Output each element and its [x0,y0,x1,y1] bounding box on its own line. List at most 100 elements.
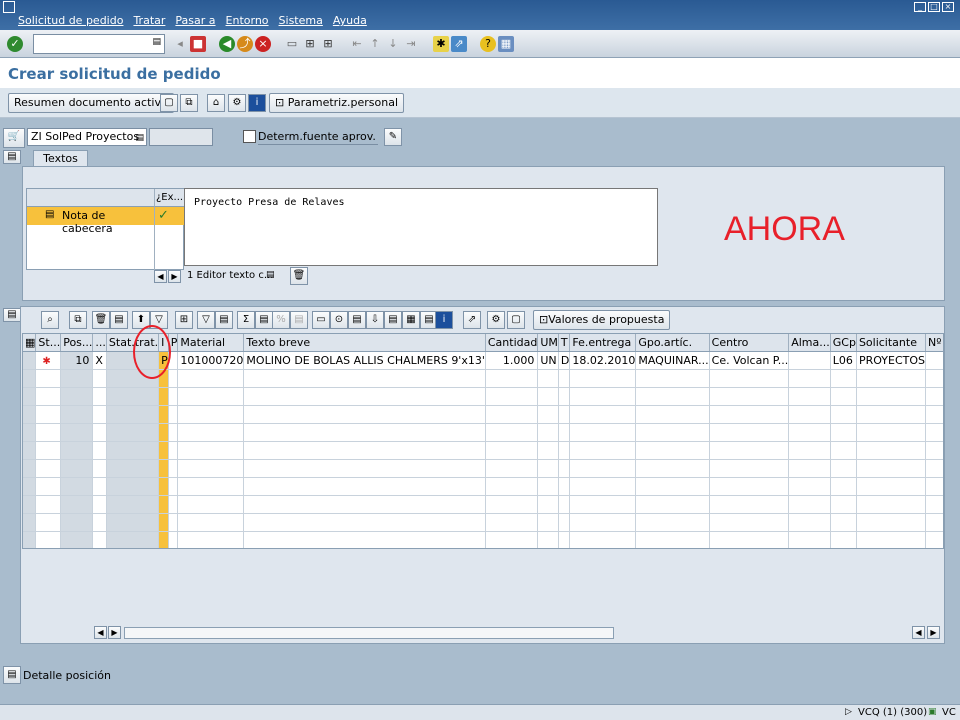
table-cell[interactable] [60,405,94,424]
table-cell[interactable] [830,423,857,442]
table-cell[interactable] [168,441,179,460]
table-cell[interactable] [485,369,539,388]
summary-button[interactable]: Resumen documento activo [8,93,174,113]
table-cell[interactable] [537,459,559,478]
table-cell[interactable] [709,387,790,406]
table-cell[interactable] [856,405,926,424]
personal-settings-button[interactable]: ⊡ Parametriz.personal [269,93,405,113]
table-cell[interactable] [925,387,943,406]
table-cell[interactable] [709,405,790,424]
table-cell[interactable] [830,495,857,514]
row-selector[interactable] [23,369,37,388]
table-cell[interactable] [168,495,179,514]
row-selector[interactable] [23,459,37,478]
table-cell[interactable] [788,513,831,532]
table-cell[interactable] [60,495,94,514]
table-cell[interactable] [106,477,160,496]
scroll-right-icon[interactable]: ▶ [927,626,940,639]
column-header[interactable]: Cantidad [485,334,539,352]
back-icon[interactable]: ◀ [219,36,235,52]
table-cell[interactable] [830,405,857,424]
table-cell[interactable] [537,513,559,532]
table-cell[interactable] [569,531,637,548]
table-cell[interactable] [177,423,245,442]
dropdown-icon[interactable]: ▤ [384,311,402,329]
table-cell[interactable] [92,495,107,514]
table-cell[interactable] [106,531,160,548]
table-cell[interactable] [635,405,710,424]
dropdown-icon[interactable]: ▤ [110,311,128,329]
table-cell[interactable]: L06 [830,351,857,370]
table-cell[interactable] [158,459,169,478]
row-selector[interactable] [23,531,37,548]
table-cell[interactable]: MOLINO DE BOLAS ALLIS CHALMERS 9'x13' [243,351,486,370]
other-document-icon[interactable]: ⧉ [180,94,198,112]
table-cell[interactable] [856,531,926,548]
menu-entorno[interactable]: Entorno [226,14,269,27]
layout-icon[interactable]: ▦ [402,311,420,329]
table-cell[interactable] [856,513,926,532]
table-cell[interactable] [485,477,539,496]
table-cell[interactable] [106,387,160,406]
table-cell[interactable] [92,369,107,388]
scroll-right-icon[interactable]: ▶ [168,270,181,283]
menu-pasar-a[interactable]: Pasar a [175,14,215,27]
table-cell[interactable] [635,477,710,496]
scroll-thumb[interactable] [124,627,614,639]
detail-item-icon[interactable]: ▤ [3,666,21,684]
column-header[interactable]: Texto breve [243,334,486,352]
table-cell[interactable]: MAQUINAR... [635,351,710,370]
column-header[interactable]: St... [35,334,62,352]
table-cell[interactable] [35,423,62,442]
table-cell[interactable] [106,495,160,514]
table-cell[interactable] [243,405,486,424]
edit-icon[interactable]: ✎ [384,128,402,146]
table-cell[interactable] [925,459,943,478]
table-cell[interactable] [177,369,245,388]
print-icon[interactable]: ▭ [312,311,330,329]
menu-ayuda[interactable]: Ayuda [333,14,367,27]
table-cell[interactable] [177,495,245,514]
table-cell[interactable] [177,531,245,548]
table-cell[interactable] [788,387,831,406]
table-cell[interactable] [635,423,710,442]
table-cell[interactable] [106,405,160,424]
table-cell[interactable]: PROYECTOS [856,351,926,370]
sum-icon[interactable]: Σ [237,311,255,329]
table-cell[interactable] [709,369,790,388]
table-cell[interactable] [569,495,637,514]
table-cell[interactable] [537,387,559,406]
last-page-icon[interactable]: ⇥ [403,36,419,52]
table-cell[interactable] [788,459,831,478]
table-cell[interactable]: ✱ [35,351,62,370]
table-cell[interactable] [558,477,571,496]
menu-solicitud[interactable]: Solicitud de pedido [18,14,123,27]
table-cell[interactable] [709,459,790,478]
next-page-icon[interactable]: ↓ [385,36,401,52]
table-row[interactable] [23,405,943,424]
table-row[interactable] [23,459,943,478]
table-cell[interactable] [537,369,559,388]
column-header[interactable]: Centro [709,334,790,352]
table-cell[interactable] [537,405,559,424]
table-cell[interactable] [537,441,559,460]
table-cell[interactable] [856,441,926,460]
table-cell[interactable] [243,369,486,388]
table-cell[interactable] [925,477,943,496]
table-cell[interactable] [60,459,94,478]
table-row[interactable] [23,477,943,496]
table-row[interactable] [23,495,943,514]
cart-icon[interactable]: 🛒 [3,128,25,148]
table-cell[interactable] [35,531,62,548]
table-cell[interactable] [35,513,62,532]
row-selector[interactable] [23,477,37,496]
cancel-icon[interactable]: × [255,36,271,52]
print-icon[interactable]: ▭ [284,36,300,52]
table-cell[interactable] [177,513,245,532]
table-cell[interactable] [709,477,790,496]
table-cell[interactable] [485,459,539,478]
table-cell[interactable] [243,459,486,478]
table-cell[interactable] [177,477,245,496]
default-values-button[interactable]: ⊡Valores de propuesta [533,310,671,330]
table-cell[interactable] [168,369,179,388]
